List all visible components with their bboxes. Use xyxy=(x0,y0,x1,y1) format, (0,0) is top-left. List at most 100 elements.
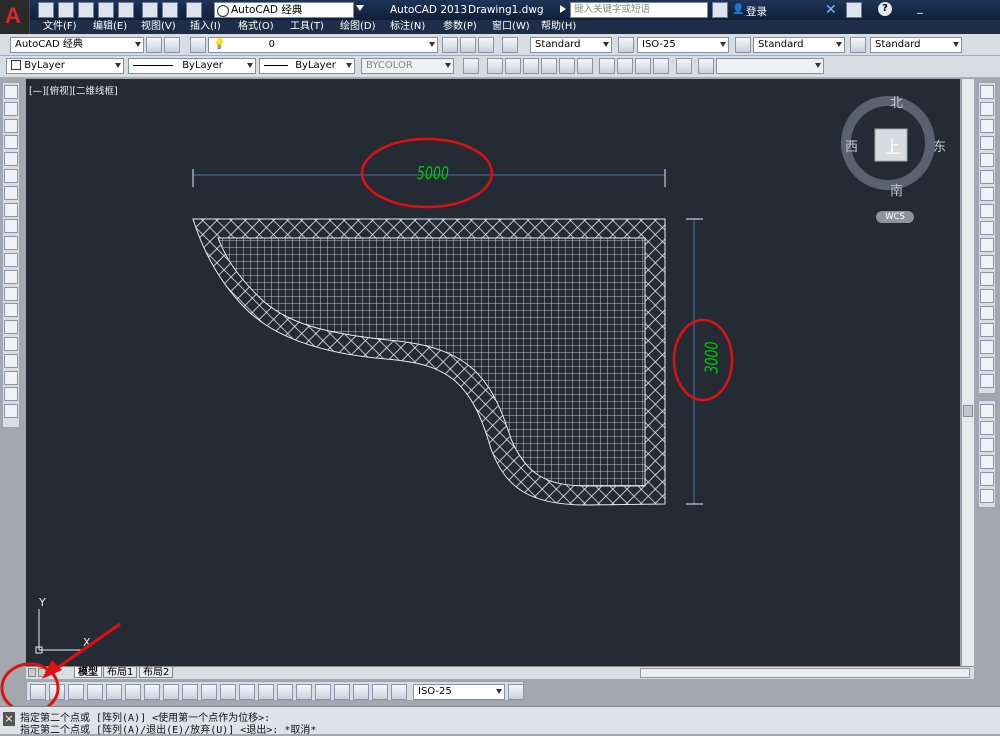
arc-icon[interactable] xyxy=(4,169,18,183)
dim-style-manager-icon[interactable] xyxy=(508,684,524,700)
menu-window[interactable]: 窗口(W) xyxy=(492,20,530,34)
compass-west[interactable]: 西 xyxy=(845,136,858,155)
stretch-icon[interactable] xyxy=(980,221,994,235)
scale-icon[interactable] xyxy=(980,204,994,218)
hatch-to-back-icon[interactable] xyxy=(980,489,994,503)
move-icon[interactable] xyxy=(980,170,994,184)
expand-arrow-icon[interactable] xyxy=(560,5,566,13)
view-back-icon[interactable] xyxy=(559,58,575,74)
hatch-icon[interactable] xyxy=(4,320,18,335)
vertical-scrollbar[interactable] xyxy=(961,79,974,666)
send-under-icon[interactable] xyxy=(980,455,994,469)
dimension-text-edit-icon[interactable] xyxy=(372,684,388,700)
multileader-style-icon[interactable] xyxy=(850,37,866,53)
compass-north[interactable]: 北 xyxy=(890,92,903,111)
tolerance-icon[interactable] xyxy=(277,684,293,700)
compass-east[interactable]: 东 xyxy=(933,136,946,155)
view-top-icon[interactable] xyxy=(487,58,503,74)
array-icon[interactable] xyxy=(980,153,994,167)
quick-dimension-icon[interactable] xyxy=(182,684,198,700)
tab-layout2[interactable]: 布局2 xyxy=(139,667,174,678)
rotate-icon[interactable] xyxy=(980,187,994,201)
break-at-point-icon[interactable] xyxy=(980,272,994,286)
layer-combo[interactable]: 💡 0 xyxy=(208,37,438,53)
login-link[interactable]: 登录 xyxy=(746,4,767,19)
insert-block-icon[interactable] xyxy=(4,269,18,284)
angular-dimension-icon[interactable] xyxy=(163,684,179,700)
chevron-down-icon[interactable] xyxy=(356,5,364,11)
menu-format[interactable]: 格式(O) xyxy=(238,20,274,34)
layer-match-icon[interactable] xyxy=(463,58,479,74)
send-to-back-icon[interactable] xyxy=(980,421,994,435)
menu-dimension[interactable]: 标注(N) xyxy=(390,20,425,34)
make-block-icon[interactable] xyxy=(4,286,18,301)
workspace-switcher[interactable]: AutoCAD 经典 xyxy=(214,2,354,18)
print-icon[interactable] xyxy=(142,2,158,18)
undo-icon[interactable] xyxy=(162,2,178,18)
menu-file[interactable]: 文件(F) xyxy=(43,20,77,34)
redo-icon[interactable] xyxy=(186,2,202,18)
ellipse-arc-icon[interactable] xyxy=(4,253,18,267)
point-icon[interactable] xyxy=(4,303,18,318)
customize-icon[interactable] xyxy=(164,37,180,53)
text-to-front-icon[interactable] xyxy=(980,472,994,486)
viewcube-face-label[interactable]: 上 xyxy=(884,133,901,158)
linetype-combo[interactable]: ByLayer xyxy=(128,58,256,74)
workspace-settings-icon[interactable] xyxy=(146,37,162,53)
view-front-icon[interactable] xyxy=(505,58,521,74)
center-mark-icon[interactable] xyxy=(296,684,312,700)
lineweight-combo[interactable]: ByLayer xyxy=(259,58,355,74)
polygon-icon[interactable] xyxy=(4,135,18,150)
menu-view[interactable]: 视图(V) xyxy=(141,20,176,34)
table-style-icon[interactable] xyxy=(735,37,751,53)
search-icon[interactable] xyxy=(712,2,728,18)
open-icon[interactable] xyxy=(58,2,74,18)
camera-icon[interactable] xyxy=(676,58,692,74)
blend-curves-icon[interactable] xyxy=(980,357,994,371)
layer-state-icon[interactable] xyxy=(478,37,494,53)
menu-tools[interactable]: 工具(T) xyxy=(290,20,324,34)
plot-style-combo[interactable]: BYCOLOR xyxy=(361,58,454,74)
compass-south[interactable]: 南 xyxy=(890,180,903,199)
view-right-icon[interactable] xyxy=(541,58,557,74)
dim-style-icon[interactable] xyxy=(618,37,634,53)
drawing-canvas[interactable]: [—][俯视][二维线框] 5000 3000 Y X 北 南 东 西 上 WC… xyxy=(26,79,960,666)
close-icon[interactable]: × xyxy=(3,712,15,726)
online-icon[interactable] xyxy=(846,2,862,18)
search-input[interactable]: 键入关键字或短语 xyxy=(570,2,708,18)
jogged-linear-icon[interactable] xyxy=(334,684,350,700)
continue-dimension-icon[interactable] xyxy=(220,684,236,700)
new-icon[interactable] xyxy=(38,2,54,18)
dimension-text-vertical[interactable]: 3000 xyxy=(701,341,722,373)
polyline-icon[interactable] xyxy=(4,118,18,133)
copy-icon[interactable] xyxy=(980,102,994,116)
zoom-icon[interactable] xyxy=(698,58,714,74)
diameter-dimension-icon[interactable] xyxy=(144,684,160,700)
wcs-menu[interactable]: WCS xyxy=(876,211,914,223)
spline-icon[interactable] xyxy=(4,219,18,234)
nw-iso-icon[interactable] xyxy=(653,58,669,74)
se-iso-icon[interactable] xyxy=(617,58,633,74)
dimension-edit-icon[interactable] xyxy=(353,684,369,700)
table-icon[interactable] xyxy=(4,370,18,385)
dimension-text-horizontal[interactable]: 5000 xyxy=(417,163,449,184)
color-combo[interactable]: ByLayer xyxy=(6,58,124,74)
menu-parametric[interactable]: 参数(P) xyxy=(443,20,477,34)
text-style-icon[interactable] xyxy=(502,37,518,53)
explode-icon[interactable] xyxy=(980,374,994,388)
workspace-combo[interactable]: AutoCAD 经典 xyxy=(10,37,144,53)
fillet-icon[interactable] xyxy=(980,340,994,354)
user-icon[interactable]: 👤 xyxy=(732,4,744,15)
extend-icon[interactable] xyxy=(980,255,994,269)
chamfer-icon[interactable] xyxy=(980,323,994,337)
multileader-style-combo[interactable]: Standard xyxy=(870,37,962,53)
mirror-icon[interactable] xyxy=(980,119,994,133)
view-combo[interactable] xyxy=(716,58,824,74)
inspection-icon[interactable] xyxy=(315,684,331,700)
make-current-layer-icon[interactable] xyxy=(442,37,458,53)
bring-above-icon[interactable] xyxy=(980,438,994,452)
layer-properties-icon[interactable] xyxy=(190,37,206,53)
line-icon[interactable] xyxy=(4,85,18,99)
dimension-break-icon[interactable] xyxy=(258,684,274,700)
ne-iso-icon[interactable] xyxy=(635,58,651,74)
